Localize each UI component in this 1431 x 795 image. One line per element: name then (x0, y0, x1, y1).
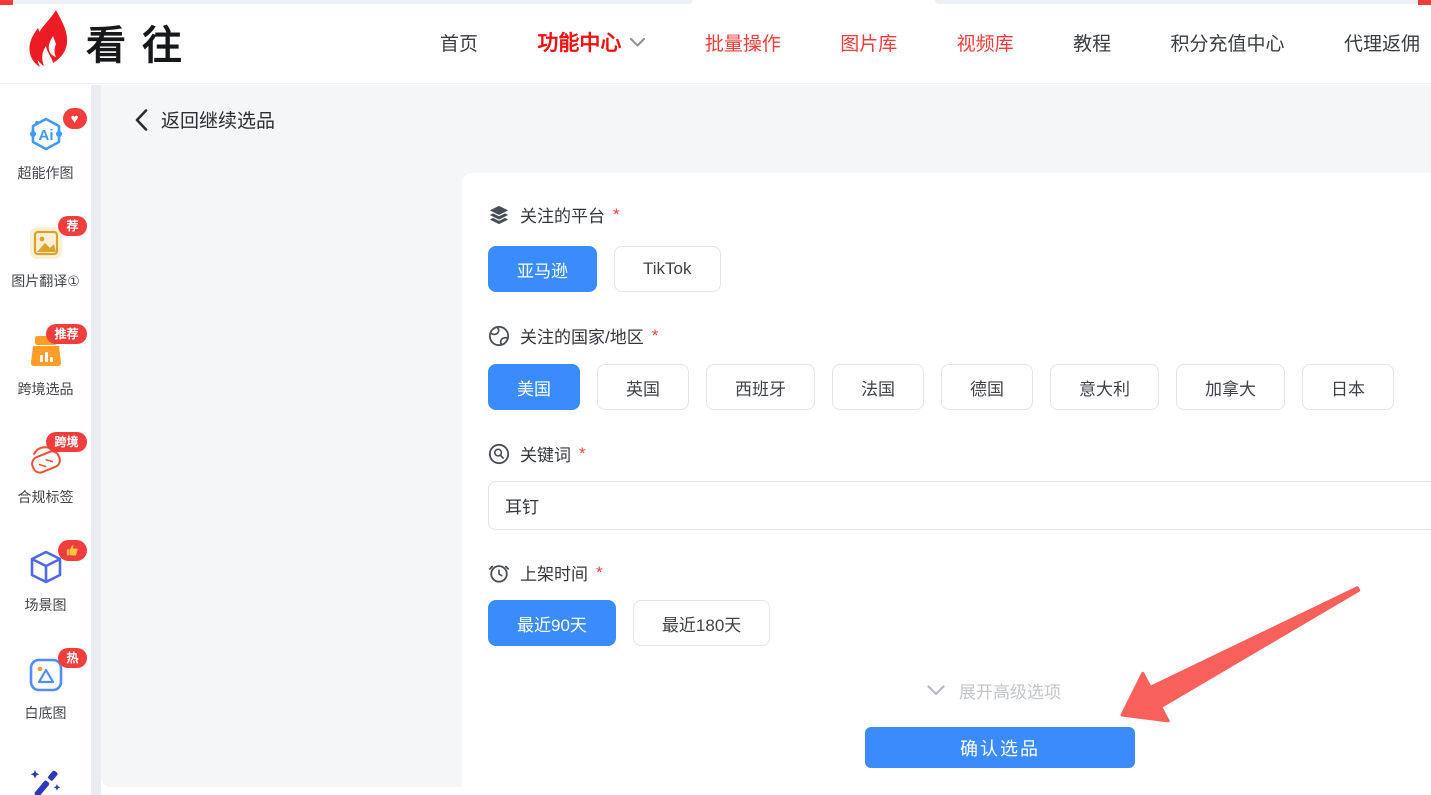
sidebar-item-label: 超能作图 (18, 163, 74, 183)
platform-option-amazon[interactable]: 亚马逊 (488, 246, 597, 292)
required-asterisk: * (579, 444, 586, 464)
alarm-clock-icon (488, 562, 510, 584)
required-asterisk: * (613, 205, 620, 225)
required-asterisk: * (652, 326, 659, 346)
top-strip-gray-right (935, 0, 1418, 4)
back-link-label: 返回继续选品 (161, 106, 275, 133)
crossborder-badge: 跨境 (46, 432, 86, 452)
layers-icon (488, 204, 510, 226)
svg-text:Ai: Ai (38, 127, 53, 144)
thumbs-up-badge (58, 540, 87, 561)
country-option-uk[interactable]: 英国 (597, 364, 689, 410)
heart-badge: ♥ (63, 108, 87, 129)
picture-translate-icon (28, 225, 64, 266)
nav-item-home[interactable]: 首页 (440, 29, 478, 56)
nav-item-points-recharge[interactable]: 积分充值中心 (1171, 29, 1285, 56)
magic-wand-icon (27, 764, 65, 795)
sidebar-item-super-draw[interactable]: Ai ♥ 超能作图 (0, 117, 91, 183)
country-option-germany[interactable]: 德国 (941, 364, 1033, 410)
keyword-section-label: 关键词 * (488, 441, 586, 466)
ai-hexagon-icon: Ai (26, 116, 66, 159)
time-section-label: 上架时间 * (488, 560, 603, 585)
country-option-france[interactable]: 法国 (832, 364, 924, 410)
chevron-down-icon (927, 685, 945, 696)
sidebar-item-label: 跨境选品 (18, 379, 74, 399)
chevron-left-icon (135, 109, 148, 131)
top-navbar: 看往 首页 功能中心 批量操作 图片库 视频库 教程 (0, 0, 1431, 84)
sidebar-item-crossborder-select[interactable]: 推荐 跨境选品 (0, 333, 91, 399)
recommend-badge: 荐 (58, 216, 86, 236)
sidebar-item-compliance-label[interactable]: 跨境 合规标签 (0, 441, 91, 507)
nav-item-image-library[interactable]: 图片库 (840, 29, 897, 56)
platform-options: 亚马逊 TikTok (488, 246, 721, 292)
country-option-canada[interactable]: 加拿大 (1176, 364, 1285, 410)
search-circle-icon (488, 443, 510, 465)
sidebar-item-label: 合规标签 (18, 487, 74, 507)
sidebar-item-image-translate[interactable]: 荐 图片翻译① (0, 225, 91, 291)
back-link[interactable]: 返回继续选品 (135, 106, 275, 133)
top-strip-left-red (0, 0, 13, 5)
time-options: 最近90天 最近180天 (488, 600, 770, 646)
top-strip-gray-left (13, 0, 693, 4)
top-strip-right-red (1418, 0, 1431, 5)
selection-form-card: 关注的平台 * 亚马逊 TikTok 关注的国家/地区 * 美国 英国 西班牙 … (462, 173, 1431, 795)
sidebar-item-white-background[interactable]: 热 白底图 (0, 657, 91, 723)
globe-icon (488, 325, 510, 347)
nav-item-tutorials[interactable]: 教程 (1073, 29, 1111, 56)
nav-item-video-library[interactable]: 视频库 (957, 29, 1014, 56)
time-option-90days[interactable]: 最近90天 (488, 600, 616, 646)
nav-item-agent-commission[interactable]: 代理返佣 (1344, 29, 1420, 56)
brand-name: 看往 (86, 13, 198, 71)
country-option-spain[interactable]: 西班牙 (706, 364, 815, 410)
sidebar-item-scene-image[interactable]: 场景图 (0, 549, 91, 615)
sidebar: Ai ♥ 超能作图 荐 图片翻译① (0, 85, 91, 795)
platform-section-label: 关注的平台 * (488, 202, 620, 227)
country-options: 美国 英国 西班牙 法国 德国 意大利 加拿大 日本 (488, 364, 1394, 410)
country-option-japan[interactable]: 日本 (1302, 364, 1394, 410)
sidebar-item-label: 图片翻译① (11, 271, 80, 291)
hot-recommend-badge: 推荐 (46, 324, 86, 344)
required-asterisk: * (596, 563, 603, 583)
brand-logo[interactable]: 看往 (26, 12, 198, 72)
nav-item-feature-center[interactable]: 功能中心 (537, 27, 645, 57)
sidebar-divider (91, 85, 101, 795)
country-option-italy[interactable]: 意大利 (1050, 364, 1159, 410)
hot-badge: 热 (58, 648, 86, 668)
country-option-us[interactable]: 美国 (488, 364, 580, 410)
keyword-input[interactable] (488, 481, 1431, 530)
time-option-180days[interactable]: 最近180天 (633, 600, 770, 646)
expand-advanced-options[interactable]: 展开高级选项 (927, 678, 1061, 703)
page: 看往 首页 功能中心 批量操作 图片库 视频库 教程 (0, 0, 1431, 795)
sidebar-item-label: 场景图 (25, 595, 67, 615)
sidebar-item-label: 白底图 (25, 703, 67, 723)
chevron-down-icon (630, 38, 645, 47)
flame-logo-icon (26, 10, 78, 75)
nav-item-batch-operations[interactable]: 批量操作 (705, 29, 781, 56)
confirm-selection-button[interactable]: 确认选品 (865, 727, 1135, 768)
main-nav: 首页 功能中心 批量操作 图片库 视频库 教程 积分充值中心 (440, 0, 1420, 84)
thumbs-up-icon (66, 544, 79, 557)
platform-option-tiktok[interactable]: TikTok (614, 246, 721, 292)
country-section-label: 关注的国家/地区 * (488, 323, 658, 348)
sidebar-item-magic-tool[interactable] (0, 765, 91, 795)
